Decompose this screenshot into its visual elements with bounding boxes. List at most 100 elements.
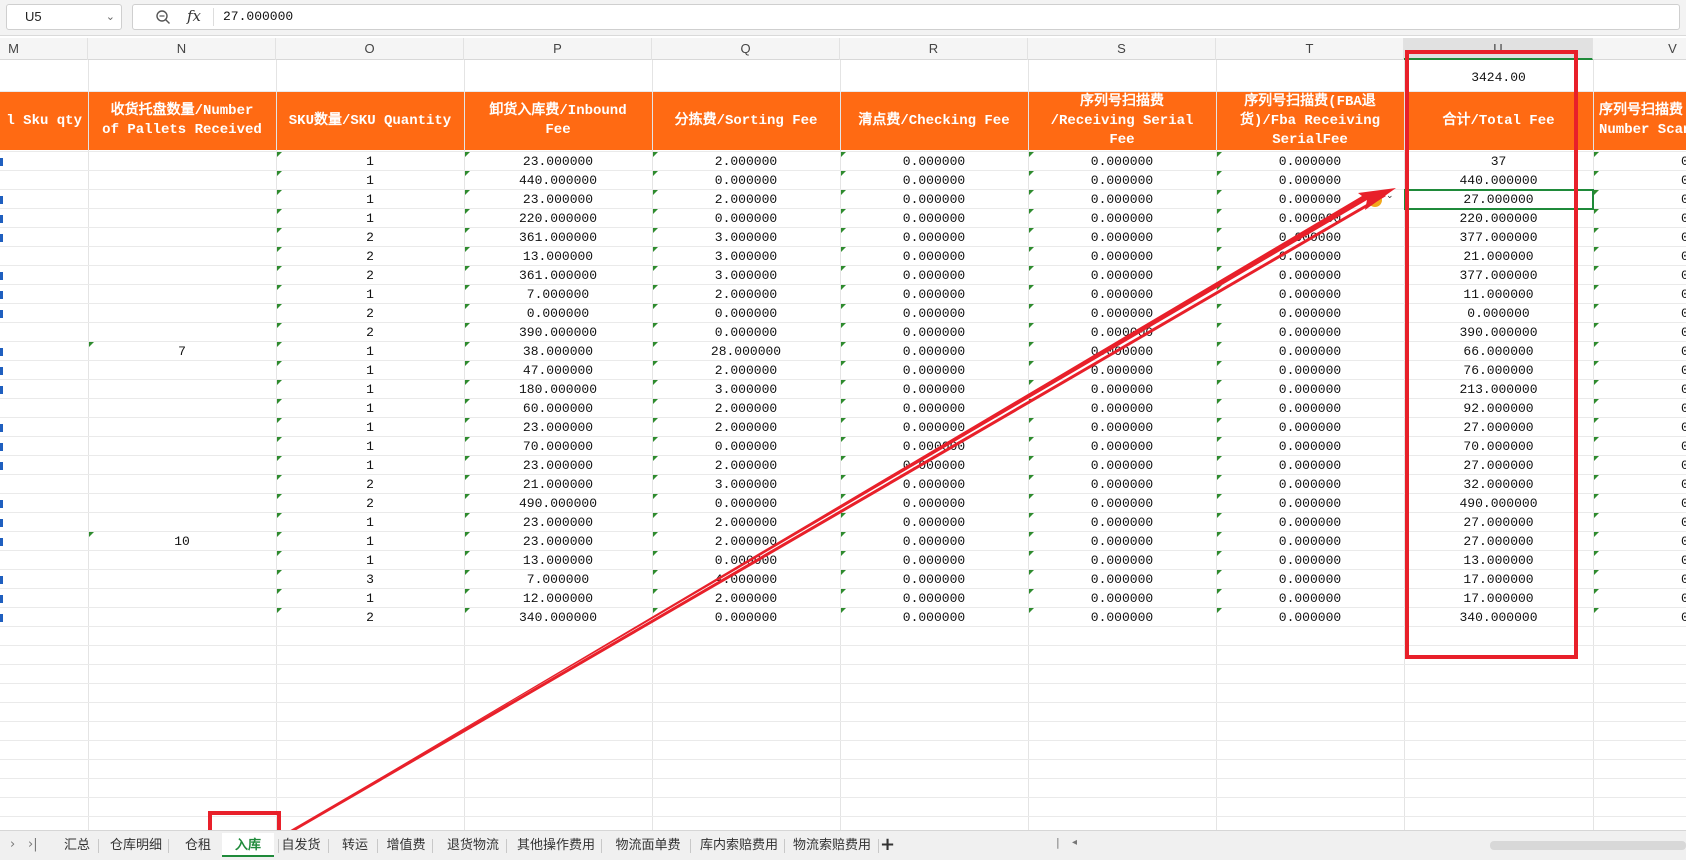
cell-inbound[interactable]: 70.000000 (464, 437, 652, 456)
cell-total[interactable]: 377.000000 (1404, 266, 1593, 285)
cell-v[interactable]: 0 (1593, 589, 1686, 608)
cell-serial[interactable]: 0.000000 (1028, 399, 1216, 418)
sheet-tab-10[interactable]: 物流面单费 (610, 833, 686, 857)
cell-sorting[interactable]: 2.000000 (652, 361, 840, 380)
cell-serial[interactable]: 0.000000 (1028, 247, 1216, 266)
cell-fba[interactable]: 0.000000 (1216, 323, 1404, 342)
cell-checking[interactable]: 0.000000 (840, 209, 1028, 228)
sheet-tab-2[interactable]: 仓库明细 (108, 833, 164, 857)
cell-qty[interactable]: 2 (276, 608, 464, 627)
cell-sorting[interactable]: 2.000000 (652, 152, 840, 171)
zoom-icon[interactable] (155, 9, 171, 25)
cell-inbound[interactable]: 180.000000 (464, 380, 652, 399)
chevron-down-icon[interactable]: ⌄ (106, 5, 115, 29)
cell-inbound[interactable]: 13.000000 (464, 551, 652, 570)
cell-serial[interactable]: 0.000000 (1028, 570, 1216, 589)
chevron-down-icon[interactable]: ⌄ (1386, 190, 1394, 201)
header-cell-8[interactable]: 序列号扫描费(FBA退 货)/Fba Receiving SerialFee (1216, 92, 1404, 150)
cell-sorting[interactable]: 3.000000 (652, 228, 840, 247)
cell-sorting[interactable]: 2.000000 (652, 589, 840, 608)
column-header-t[interactable]: T (1216, 38, 1404, 60)
cell-pallets[interactable]: 7 (88, 342, 276, 361)
cell-serial[interactable]: 0.000000 (1028, 437, 1216, 456)
cell-fba[interactable]: 0.000000 (1216, 399, 1404, 418)
cell-serial[interactable]: 0.000000 (1028, 190, 1216, 209)
cell-pallets[interactable] (88, 551, 276, 570)
cell-fba[interactable]: 0.000000 (1216, 475, 1404, 494)
cell-qty[interactable]: 2 (276, 266, 464, 285)
cell-inbound[interactable]: 23.000000 (464, 513, 652, 532)
cell-total[interactable]: 213.000000 (1404, 380, 1593, 399)
cell-inbound[interactable]: 47.000000 (464, 361, 652, 380)
cell-checking[interactable]: 0.000000 (840, 342, 1028, 361)
cell-total[interactable]: 340.000000 (1404, 608, 1593, 627)
cell-serial[interactable]: 0.000000 (1028, 323, 1216, 342)
header-cell-6[interactable]: 清点费/Checking Fee (840, 92, 1028, 150)
cell-checking[interactable]: 0.000000 (840, 608, 1028, 627)
cell-v[interactable]: 0 (1593, 380, 1686, 399)
cell-checking[interactable]: 0.000000 (840, 532, 1028, 551)
cell-sorting[interactable]: 2.000000 (652, 190, 840, 209)
cell-checking[interactable]: 0.000000 (840, 380, 1028, 399)
cell-sorting[interactable]: 3.000000 (652, 475, 840, 494)
cell-inbound[interactable]: 0.000000 (464, 304, 652, 323)
cell-serial[interactable]: 0.000000 (1028, 361, 1216, 380)
cell-serial[interactable]: 0.000000 (1028, 513, 1216, 532)
cell-v[interactable]: 0 (1593, 285, 1686, 304)
cell-sorting[interactable]: 0.000000 (652, 171, 840, 190)
cell-serial[interactable]: 0.000000 (1028, 304, 1216, 323)
cell-fba[interactable]: 0.000000 (1216, 266, 1404, 285)
cell-pallets[interactable] (88, 456, 276, 475)
cell-v[interactable]: 0 (1593, 171, 1686, 190)
cell-inbound[interactable]: 361.000000 (464, 228, 652, 247)
cell-qty[interactable]: 3 (276, 570, 464, 589)
cell-qty[interactable]: 1 (276, 209, 464, 228)
cell-inbound[interactable]: 7.000000 (464, 285, 652, 304)
sheet-tab-11[interactable]: 库内索赔费用 (698, 833, 780, 857)
cell-v[interactable]: 0 (1593, 209, 1686, 228)
sheet-tab-1[interactable]: 汇总 (60, 833, 94, 857)
cell-qty[interactable]: 1 (276, 532, 464, 551)
cell-checking[interactable]: 0.000000 (840, 494, 1028, 513)
cell-v[interactable]: 0 (1593, 475, 1686, 494)
cell-sorting[interactable]: 0.000000 (652, 323, 840, 342)
cell-checking[interactable]: 0.000000 (840, 285, 1028, 304)
cell-qty[interactable]: 1 (276, 190, 464, 209)
cell-v[interactable]: 0 (1593, 266, 1686, 285)
cell-inbound[interactable]: 23.000000 (464, 456, 652, 475)
cell-total[interactable]: 17.000000 (1404, 589, 1593, 608)
cell-v[interactable]: 0 (1593, 304, 1686, 323)
cell-checking[interactable]: 0.000000 (840, 418, 1028, 437)
cell-qty[interactable]: 1 (276, 171, 464, 190)
column-header-m[interactable]: M (0, 38, 88, 60)
cell-v[interactable]: 0 (1593, 361, 1686, 380)
column-header-u[interactable]: U (1404, 38, 1593, 60)
cell-fba[interactable]: 0.000000 (1216, 380, 1404, 399)
cell-fba[interactable]: 0.000000 (1216, 494, 1404, 513)
cell-checking[interactable]: 0.000000 (840, 551, 1028, 570)
cell-v[interactable]: 0 (1593, 323, 1686, 342)
cell-qty[interactable]: 1 (276, 418, 464, 437)
cell-checking[interactable]: 0.000000 (840, 475, 1028, 494)
cell-inbound[interactable]: 13.000000 (464, 247, 652, 266)
sheet-tab-9[interactable]: 其他操作费用 (515, 833, 597, 857)
cell-qty[interactable]: 1 (276, 589, 464, 608)
cell-serial[interactable]: 0.000000 (1028, 171, 1216, 190)
column-header-n[interactable]: N (88, 38, 276, 60)
cell-pallets[interactable] (88, 171, 276, 190)
cell-total[interactable]: 27.000000 (1404, 513, 1593, 532)
cell-total[interactable]: 390.000000 (1404, 323, 1593, 342)
cell-fba[interactable]: 0.000000 (1216, 418, 1404, 437)
cell-pallets[interactable] (88, 513, 276, 532)
column-header-s[interactable]: S (1028, 38, 1216, 60)
cell-v[interactable]: 0 (1593, 532, 1686, 551)
cell-qty[interactable]: 2 (276, 323, 464, 342)
cell-fba[interactable]: 0.000000 (1216, 247, 1404, 266)
fx-icon[interactable]: fx (187, 7, 201, 25)
cell-qty[interactable]: 1 (276, 399, 464, 418)
cell-total[interactable]: 17.000000 (1404, 570, 1593, 589)
header-cell-9[interactable]: 合计/Total Fee (1404, 92, 1593, 150)
cell-total[interactable]: 11.000000 (1404, 285, 1593, 304)
name-box[interactable]: U5 ⌄ (6, 4, 122, 30)
cell-v[interactable]: 0 (1593, 513, 1686, 532)
